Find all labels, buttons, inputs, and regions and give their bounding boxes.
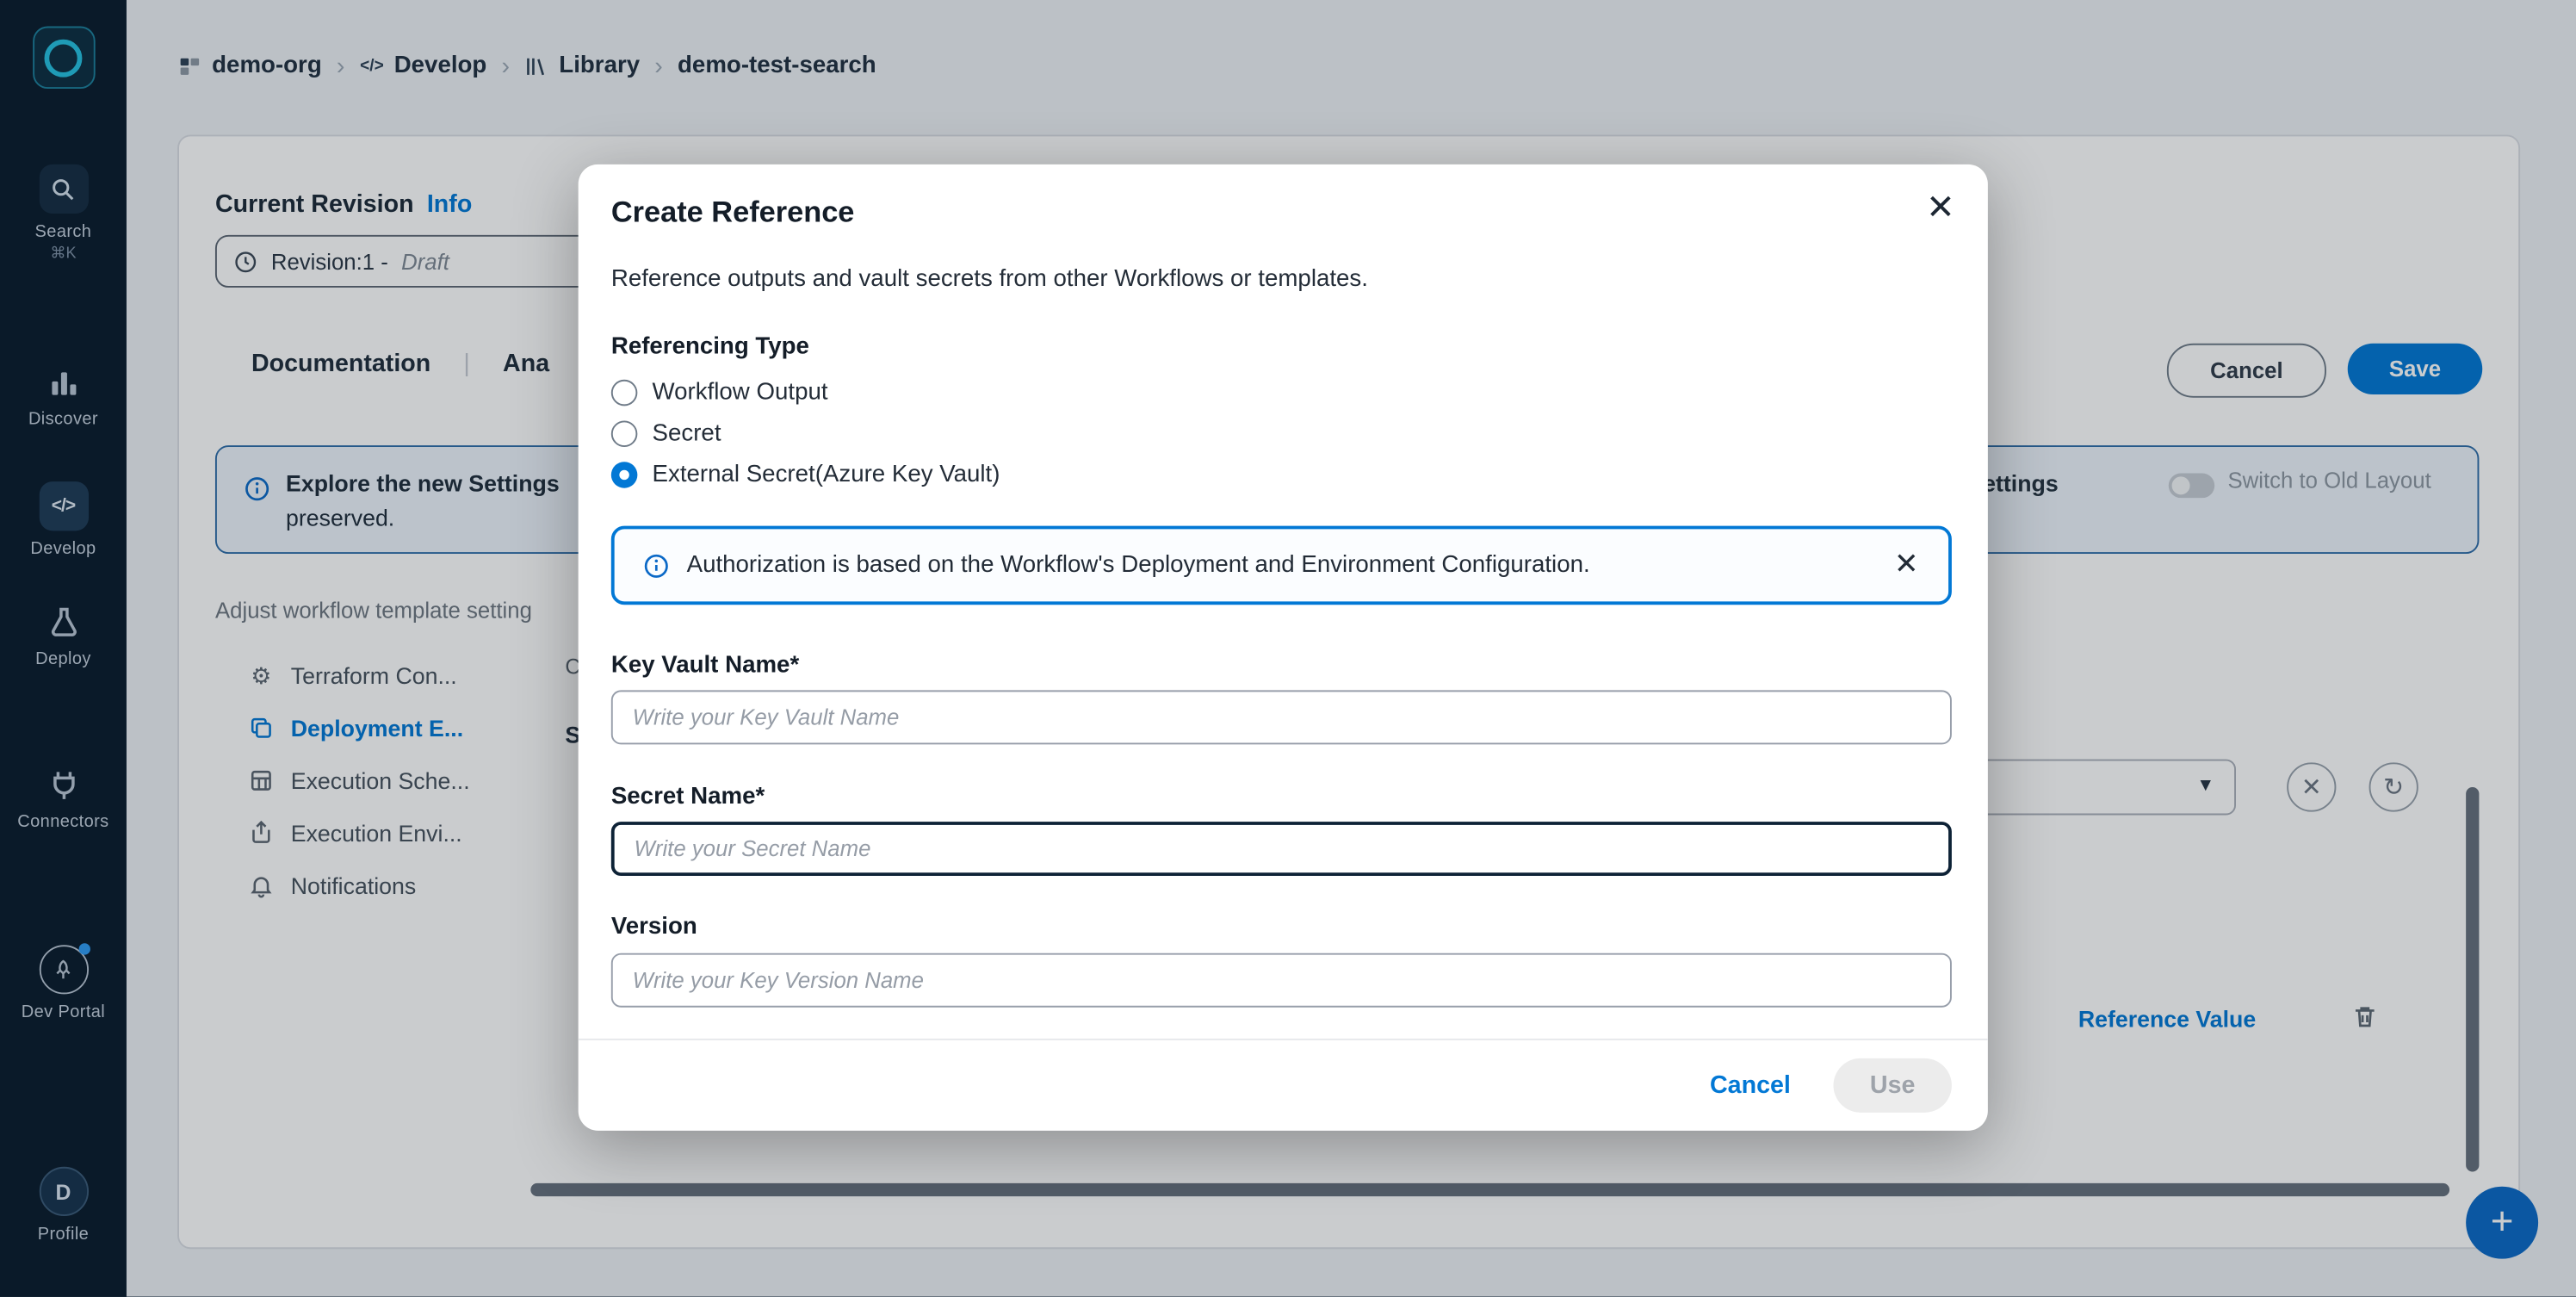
authorization-alert: Authorization is based on the Workflow's… bbox=[611, 526, 1952, 605]
radio-circle-icon bbox=[611, 420, 638, 447]
radio-label: Secret bbox=[653, 420, 721, 447]
radio-secret[interactable]: Secret bbox=[611, 418, 721, 450]
secret-name-input[interactable] bbox=[611, 822, 1952, 876]
radio-checked-icon bbox=[611, 462, 638, 488]
referencing-type-label: Referencing Type bbox=[611, 333, 809, 360]
key-vault-name-label: Key Vault Name* bbox=[611, 653, 799, 680]
radio-circle-icon bbox=[611, 380, 638, 406]
close-icon[interactable]: ✕ bbox=[1926, 190, 1955, 225]
secret-name-label: Secret Name* bbox=[611, 784, 765, 810]
modal-footer: Cancel Use bbox=[579, 1039, 1988, 1131]
modal-subtitle: Reference outputs and vault secrets from… bbox=[611, 266, 1368, 293]
info-icon bbox=[642, 552, 670, 580]
radio-label: Workflow Output bbox=[653, 380, 828, 406]
key-vault-name-input[interactable] bbox=[611, 690, 1952, 744]
modal-cancel-button[interactable]: Cancel bbox=[1710, 1071, 1791, 1099]
alert-text: Authorization is based on the Workflow's… bbox=[687, 552, 1590, 579]
app-root: Search ⌘K Discover </> Develop Deploy Co… bbox=[0, 0, 2576, 1297]
version-input[interactable] bbox=[611, 953, 1952, 1008]
use-button[interactable]: Use bbox=[1834, 1058, 1952, 1113]
create-reference-modal: Create Reference ✕ Reference outputs and… bbox=[579, 164, 1988, 1131]
radio-workflow-output[interactable]: Workflow Output bbox=[611, 376, 828, 409]
alert-close-icon[interactable]: ✕ bbox=[1894, 547, 1919, 581]
version-label: Version bbox=[611, 914, 697, 940]
modal-title: Create Reference bbox=[611, 195, 855, 230]
radio-external-secret[interactable]: External Secret(Azure Key Vault) bbox=[611, 458, 1000, 491]
radio-label: External Secret(Azure Key Vault) bbox=[653, 462, 1000, 488]
